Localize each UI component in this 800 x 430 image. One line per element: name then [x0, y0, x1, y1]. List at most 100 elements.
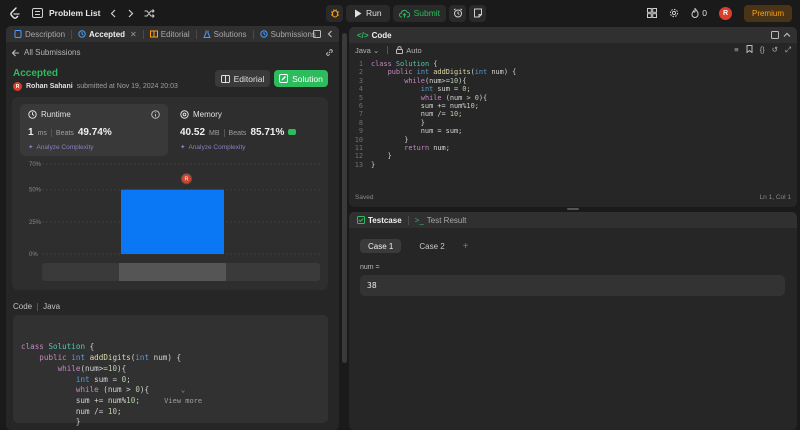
info-icon[interactable] — [151, 110, 160, 121]
bookmark-icon[interactable] — [746, 45, 753, 55]
range-slider-selection[interactable] — [119, 263, 226, 281]
chevron-right-icon[interactable] — [127, 9, 134, 18]
left-scrollbar[interactable] — [342, 26, 347, 430]
view-more-button[interactable]: ⌄ View more — [13, 374, 328, 417]
tab-accepted[interactable]: Accepted ✕ — [75, 26, 140, 42]
code-preview-line: public int addDigits(int num) { — [39, 353, 182, 363]
layout-grid-icon[interactable] — [647, 8, 658, 18]
y-tick-label: 50% — [29, 188, 42, 194]
code-line[interactable]: 1 class Solution { — [349, 60, 797, 68]
memory-card[interactable]: Memory 40.52 MB Beats 85.71% ✦ Analyze C… — [172, 104, 320, 156]
eco-badge-icon — [288, 129, 297, 135]
collapse-panel-icon[interactable] — [783, 32, 791, 38]
analyze-complexity-link[interactable]: ✦ Analyze Complexity — [180, 143, 312, 152]
code-line[interactable]: 9 num = sum; — [349, 127, 797, 135]
code-preview-line: } — [21, 417, 81, 427]
tab-submissions-label: Submissions — [270, 29, 316, 39]
code-line[interactable]: 12 } — [349, 152, 797, 160]
fullscreen-icon[interactable]: ⤢ — [785, 45, 791, 55]
maximize-panel-icon[interactable] — [313, 30, 321, 38]
tab-solutions[interactable]: Solutions — [200, 26, 250, 42]
tab-description[interactable]: Description — [11, 26, 68, 42]
streak-counter[interactable]: 0 — [691, 8, 707, 18]
case-1-tab[interactable]: Case 1 — [360, 239, 402, 253]
code-line[interactable]: 4 int sum = 0; — [349, 85, 797, 93]
code-preview-line: class Solution { — [21, 342, 95, 352]
num-input[interactable]: 38 — [360, 275, 785, 296]
debug-button[interactable] — [326, 4, 343, 22]
line-content: while (num > 0){ — [420, 93, 488, 102]
collapse-panel-icon[interactable] — [327, 30, 333, 38]
arrow-left-icon[interactable] — [11, 49, 20, 57]
timer-button[interactable] — [449, 4, 467, 22]
code-line[interactable]: 6 sum += num%10; — [349, 102, 797, 110]
chevron-down-icon: ⌄ — [181, 385, 186, 394]
scrollbar-thumb[interactable] — [342, 33, 347, 363]
format-icon[interactable]: ≡ — [734, 45, 738, 55]
memory-title: Memory — [193, 110, 222, 119]
run-label: Run — [366, 8, 382, 18]
case-2-tab[interactable]: Case 2 — [411, 239, 452, 253]
line-number: 13 — [354, 160, 363, 169]
checkbox-icon — [357, 216, 365, 224]
code-line[interactable]: 13} — [349, 161, 797, 169]
author-name[interactable]: Rohan Sahani — [26, 83, 73, 90]
user-avatar[interactable]: R — [718, 6, 732, 20]
code-preview: class Solution { public int addDigits(in… — [13, 315, 328, 426]
tab-testcase[interactable]: Testcase — [354, 212, 405, 228]
leetcode-logo-icon[interactable] — [8, 6, 22, 20]
code-line[interactable]: 7 num /= 10; — [349, 110, 797, 118]
clock-icon — [28, 110, 37, 119]
tab-submissions[interactable]: Submissions — [257, 26, 319, 42]
problem-list-title[interactable]: Problem List — [49, 8, 100, 18]
tab-separator — [407, 215, 409, 225]
line-number: 9 — [358, 127, 363, 136]
tab-testcase-label: Testcase — [368, 215, 402, 225]
code-line[interactable]: 8 } — [349, 119, 797, 127]
problem-list-icon[interactable] — [32, 8, 43, 18]
editorial-button[interactable]: Editorial — [215, 70, 270, 87]
submit-button[interactable]: Submit — [392, 4, 447, 22]
chevron-left-icon[interactable] — [110, 9, 117, 18]
author-avatar[interactable]: R — [13, 82, 22, 91]
tab-solutions-label: Solutions — [213, 29, 247, 39]
maximize-panel-icon[interactable] — [771, 31, 779, 39]
code-line[interactable]: 5 while (num > 0){ — [349, 94, 797, 102]
language-select[interactable]: Java ⌄ — [355, 46, 379, 55]
line-number: 10 — [354, 135, 363, 144]
performance-stats: Runtime 1 ms Beats 49.74% ✦ Analyze Comp… — [12, 97, 328, 290]
solution-button[interactable]: Solution — [274, 70, 328, 87]
code-line[interactable]: 10 } — [349, 136, 797, 144]
close-tab-icon[interactable]: ✕ — [130, 30, 137, 39]
y-tick-label: 70% — [29, 162, 42, 168]
braces-icon[interactable]: {} — [760, 45, 765, 55]
tab-code[interactable]: </> Code — [354, 27, 395, 43]
shuffle-icon[interactable] — [144, 8, 156, 18]
auto-mode-toggle[interactable]: Auto — [396, 45, 422, 55]
code-line[interactable]: 11 return num; — [349, 144, 797, 152]
code-editor[interactable]: 1 class Solution {2 public int addDigits(… — [349, 60, 797, 190]
reset-icon[interactable]: ↺ — [772, 45, 778, 55]
submit-label: Submit — [413, 8, 441, 18]
all-submissions-link[interactable]: All Submissions — [24, 48, 80, 57]
flask-icon — [202, 30, 211, 38]
code-line[interactable]: 2 public int addDigits(int num) { — [349, 68, 797, 76]
run-button[interactable]: Run — [346, 4, 390, 22]
premium-button[interactable]: Premium — [743, 4, 792, 22]
gear-icon[interactable] — [669, 8, 679, 18]
auto-mode-label: Auto — [406, 45, 422, 55]
line-number: 12 — [354, 152, 363, 161]
tab-test-result[interactable]: >_ Test Result — [412, 212, 470, 228]
runtime-bar[interactable] — [121, 189, 224, 254]
add-case-button[interactable]: + — [463, 241, 469, 252]
line-number: 1 — [358, 60, 363, 68]
analyze-complexity-link[interactable]: ✦ Analyze Complexity — [28, 143, 160, 152]
runtime-card[interactable]: Runtime 1 ms Beats 49.74% ✦ Analyze Comp… — [20, 104, 168, 156]
link-icon[interactable] — [325, 48, 334, 57]
notes-button[interactable] — [469, 4, 487, 22]
code-line[interactable]: 3 while(num>=10){ — [349, 77, 797, 85]
tab-separator — [252, 29, 254, 39]
tab-editorial[interactable]: Editorial — [147, 26, 193, 42]
case-tabs: Case 1 Case 2 + — [360, 239, 469, 253]
panel-resize-handle[interactable] — [567, 208, 579, 210]
